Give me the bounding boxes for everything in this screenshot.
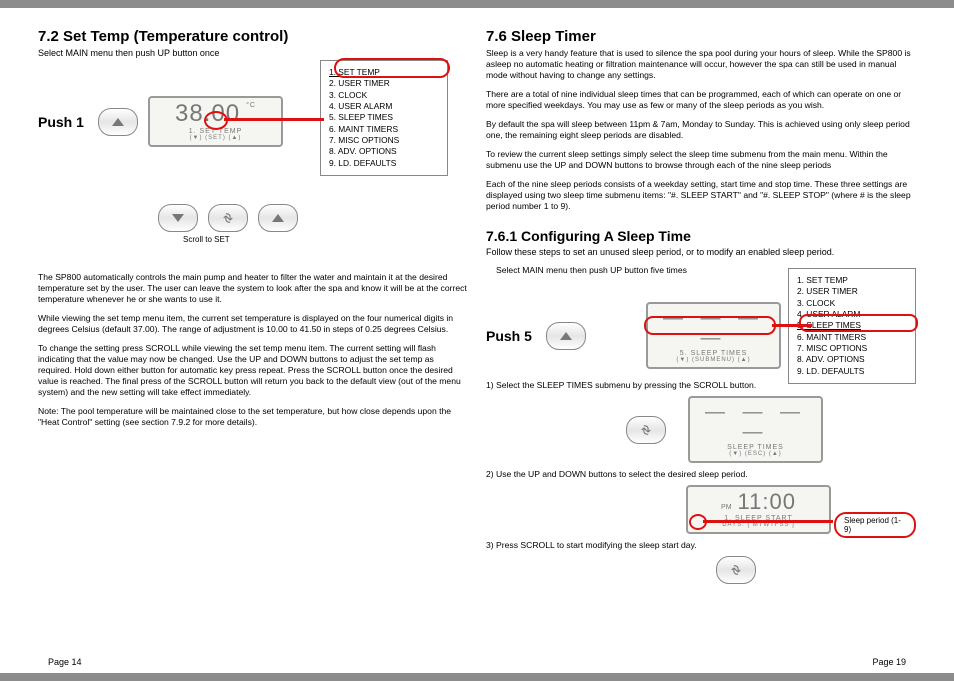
push-5-label: Push 5 [486, 328, 536, 344]
section-heading-7-2: 7.2 Set Temp (Temperature control) [38, 28, 468, 45]
menu-item: 8. ADV. OPTIONS [797, 354, 907, 365]
left-column: 7.2 Set Temp (Temperature control) Selec… [38, 28, 468, 659]
scroll-button-r1[interactable] [626, 416, 666, 444]
up-button[interactable] [98, 108, 138, 136]
scroll-caption: Scroll to SET [183, 235, 468, 244]
menu-item: 7. MISC OPTIONS [329, 135, 439, 146]
menu-item: 9. LD. DEFAULTS [329, 158, 439, 169]
r-p2: There are a total of nine individual sle… [486, 89, 916, 111]
menu-item: 2. USER TIMER [329, 78, 439, 89]
r-p3: By default the spa will sleep between 11… [486, 119, 916, 141]
r-p5: Each of the nine sleep periods consists … [486, 179, 916, 212]
menu-item: 7. MISC OPTIONS [797, 343, 907, 354]
right-column: 7.6 Sleep Timer Sleep is a very handy fe… [486, 28, 916, 659]
lcd-sleep-start: PM 11:00 1. SLEEP START DAYS: [ MTWTFSS … [686, 485, 831, 534]
step-3: 3) Press SCROLL to start modifying the s… [486, 540, 916, 550]
scroll-button-r2[interactable] [716, 556, 756, 584]
para-3: To change the setting press SCROLL while… [38, 343, 468, 398]
step-2: 2) Use the UP and DOWN buttons to select… [486, 469, 916, 479]
scroll-button[interactable] [208, 204, 248, 232]
up-button-2[interactable] [258, 204, 298, 232]
section-heading-7-6: 7.6 Sleep Timer [486, 28, 916, 45]
push-1-label: Push 1 [38, 114, 88, 130]
menu-item: 8. ADV. OPTIONS [329, 146, 439, 157]
lcd-sleep-times-1: — — — — 5. SLEEP TIMES (▼) (SUBMENU) (▲) [646, 302, 781, 369]
para-1: The SP800 automatically controls the mai… [38, 272, 468, 305]
down-button[interactable] [158, 204, 198, 232]
para-2: While viewing the set temp menu item, th… [38, 313, 468, 335]
r-p4: To review the current sleep settings sim… [486, 149, 916, 171]
menu-item: 1. SET TEMP [797, 275, 907, 286]
page-number-left: Page 14 [48, 657, 82, 667]
section-heading-7-6-1: 7.6.1 Configuring A Sleep Time [486, 228, 916, 244]
para-4: Note: The pool temperature will be maint… [38, 406, 468, 428]
menu-item: 9. LD. DEFAULTS [797, 366, 907, 377]
menu-item: 6. MAINT TIMERS [797, 332, 907, 343]
up-button-r[interactable] [546, 322, 586, 350]
menu-item: 5. SLEEP TIMES [329, 112, 439, 123]
menu-item: 4. USER ALARM [329, 101, 439, 112]
r-p1: Sleep is a very handy feature that is us… [486, 48, 916, 81]
menu-item: 3. CLOCK [797, 298, 907, 309]
sleep-period-callout: Sleep period (1-9) [834, 512, 916, 538]
page-number-right: Page 19 [872, 657, 906, 667]
subhead: Select MAIN menu then push UP button onc… [38, 48, 468, 58]
lcd-sleep-times-2: — — — — SLEEP TIMES (▼) (ESC) (▲) [688, 396, 823, 463]
menu-item: 6. MAINT TIMERS [329, 124, 439, 135]
sub2: Follow these steps to set an unused slee… [486, 247, 916, 257]
menu-item: 3. CLOCK [329, 90, 439, 101]
menu-item: 2. USER TIMER [797, 286, 907, 297]
